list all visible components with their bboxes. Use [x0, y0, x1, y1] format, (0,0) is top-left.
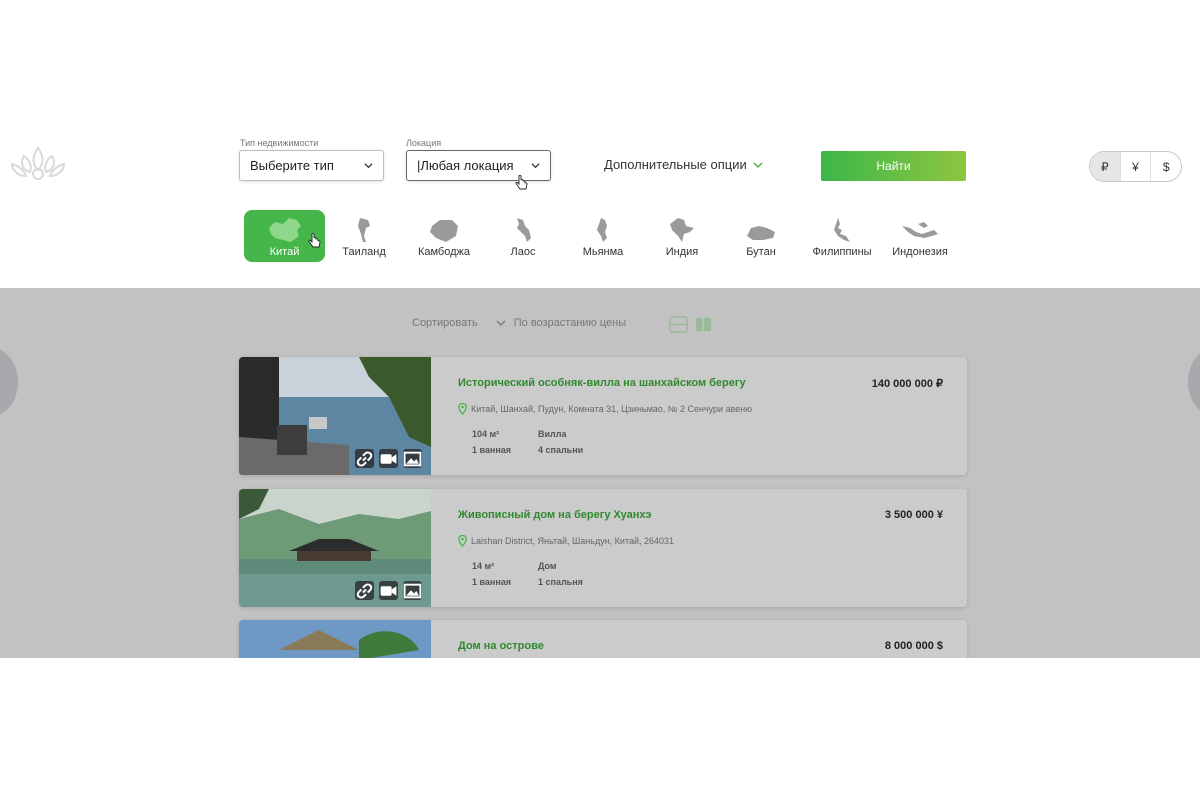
next-arrow-button[interactable] [1188, 348, 1200, 416]
lotus-logo-icon[interactable] [8, 140, 68, 184]
hand-cursor-icon [308, 233, 321, 248]
listing-baths: 1 ванная [472, 445, 512, 455]
list-view-icon[interactable] [669, 316, 688, 333]
property-type-select[interactable]: Выберите тип [239, 150, 384, 181]
photo-actions [355, 581, 422, 600]
video-icon[interactable] [379, 449, 398, 468]
listing-price: 140 000 000 ₽ [871, 378, 943, 390]
prev-arrow-button[interactable] [0, 348, 18, 416]
results-area: Сортировать По возрастанию цены Историче… [0, 288, 1200, 658]
view-toggle [669, 316, 711, 333]
listing-price: 3 500 000 ¥ [884, 509, 943, 521]
listing-bedrooms: 1 спальня [538, 577, 583, 587]
laos-map-icon [517, 218, 531, 242]
cambodia-map-icon [430, 220, 458, 242]
property-type-label: Тип недвижимости [240, 138, 319, 148]
listing-card[interactable]: Исторический особняк-вилла на шанхайском… [239, 357, 967, 475]
listing-type: Вилла [538, 429, 567, 439]
tab-india[interactable]: Индия [656, 210, 708, 262]
tab-philippines[interactable]: Филиппины [808, 210, 876, 262]
gallery-icon[interactable] [403, 449, 422, 468]
tab-label: Индонезия [892, 246, 948, 258]
gallery-icon[interactable] [403, 581, 422, 600]
currency-rub[interactable]: ₽ [1090, 152, 1121, 181]
listing-photo[interactable] [239, 357, 431, 475]
listing-card[interactable]: Живописный дом на берегу Хуанхэ 3 500 00… [239, 489, 967, 607]
listing-title[interactable]: Живописный дом на берегу Хуанхэ [458, 509, 651, 521]
address-text: Китай, Шанхай, Пудун, Комната 31, Цзиньм… [471, 404, 752, 414]
tab-label: Индия [665, 246, 699, 258]
link-icon[interactable] [355, 449, 374, 468]
chevron-down-icon [496, 320, 506, 326]
listing-title[interactable]: Исторический особняк-вилла на шанхайском… [458, 377, 746, 389]
listing-area: 14 м² [472, 561, 495, 571]
find-button[interactable]: Найти [821, 151, 966, 181]
myanmar-map-icon [597, 218, 607, 242]
china-map-icon [268, 218, 301, 242]
address-text: Laishan District, Яньтай, Шаньдун, Китай… [471, 536, 675, 546]
tab-label: Филиппины [812, 246, 872, 258]
location-label: Локация [406, 138, 442, 148]
listing-photo[interactable] [239, 620, 431, 658]
tab-cambodia[interactable]: Камбоджа [408, 210, 480, 262]
indonesia-map-icon [902, 222, 938, 238]
tab-indonesia[interactable]: Индонезия [888, 210, 952, 262]
sort-value: По возрастанию цены [513, 317, 627, 329]
sort-label: Сортировать [412, 317, 478, 329]
listing-address: Laishan District, Яньтай, Шаньдун, Китай… [458, 535, 674, 547]
tab-label: Лаос [510, 246, 536, 258]
tab-thailand[interactable]: Таиланд [332, 210, 396, 262]
grid-view-icon[interactable] [696, 318, 711, 331]
page: Тип недвижимости Выберите тип Локация |Л… [0, 0, 1200, 789]
photo-actions [355, 449, 422, 468]
location-pin-icon [458, 403, 467, 415]
chevron-down-icon [531, 163, 540, 169]
listing-area: 104 м² [472, 429, 500, 439]
tab-label: Мьянма [582, 246, 624, 258]
hand-cursor-icon [515, 175, 528, 190]
listing-photo[interactable] [239, 489, 431, 607]
tab-myanmar[interactable]: Мьянма [578, 210, 628, 262]
listing-title[interactable]: Дом на острове [458, 640, 544, 652]
link-icon[interactable] [355, 581, 374, 600]
listing-address: Китай, Шанхай, Пудун, Комната 31, Цзиньм… [458, 403, 752, 415]
currency-usd[interactable]: $ [1151, 152, 1181, 181]
tab-laos[interactable]: Лаос [498, 210, 548, 262]
chevron-down-icon [753, 161, 763, 168]
tab-label: Бутан [746, 246, 776, 258]
more-options-toggle[interactable]: Дополнительные опции [604, 157, 763, 172]
tab-label: Таиланд [342, 246, 386, 258]
currency-cny[interactable]: ¥ [1121, 152, 1152, 181]
tab-bhutan[interactable]: Бутан [736, 210, 786, 262]
india-map-icon [670, 218, 694, 242]
currency-switcher: ₽ ¥ $ [1089, 151, 1182, 182]
location-pin-icon [458, 535, 467, 547]
bhutan-map-icon [747, 226, 775, 240]
location-select[interactable]: |Любая локация [406, 150, 551, 181]
chevron-down-icon [364, 163, 373, 169]
tab-label: Китай [269, 246, 300, 258]
listing-card[interactable]: Дом на острове 8 000 000 $ [239, 620, 967, 658]
listing-bedrooms: 4 спальни [538, 445, 584, 455]
sort-control[interactable]: Сортировать По возрастанию цены [412, 317, 626, 329]
video-icon[interactable] [379, 581, 398, 600]
philippines-map-icon [834, 218, 850, 242]
tab-label: Камбоджа [417, 246, 471, 258]
more-options-label: Дополнительные опции [604, 157, 747, 172]
listing-baths: 1 ванная [472, 577, 512, 587]
property-type-value: Выберите тип [250, 158, 334, 173]
listing-price: 8 000 000 $ [884, 640, 943, 652]
location-value: |Любая локация [417, 158, 514, 173]
listing-type: Дом [538, 561, 557, 571]
thailand-map-icon [358, 218, 370, 242]
